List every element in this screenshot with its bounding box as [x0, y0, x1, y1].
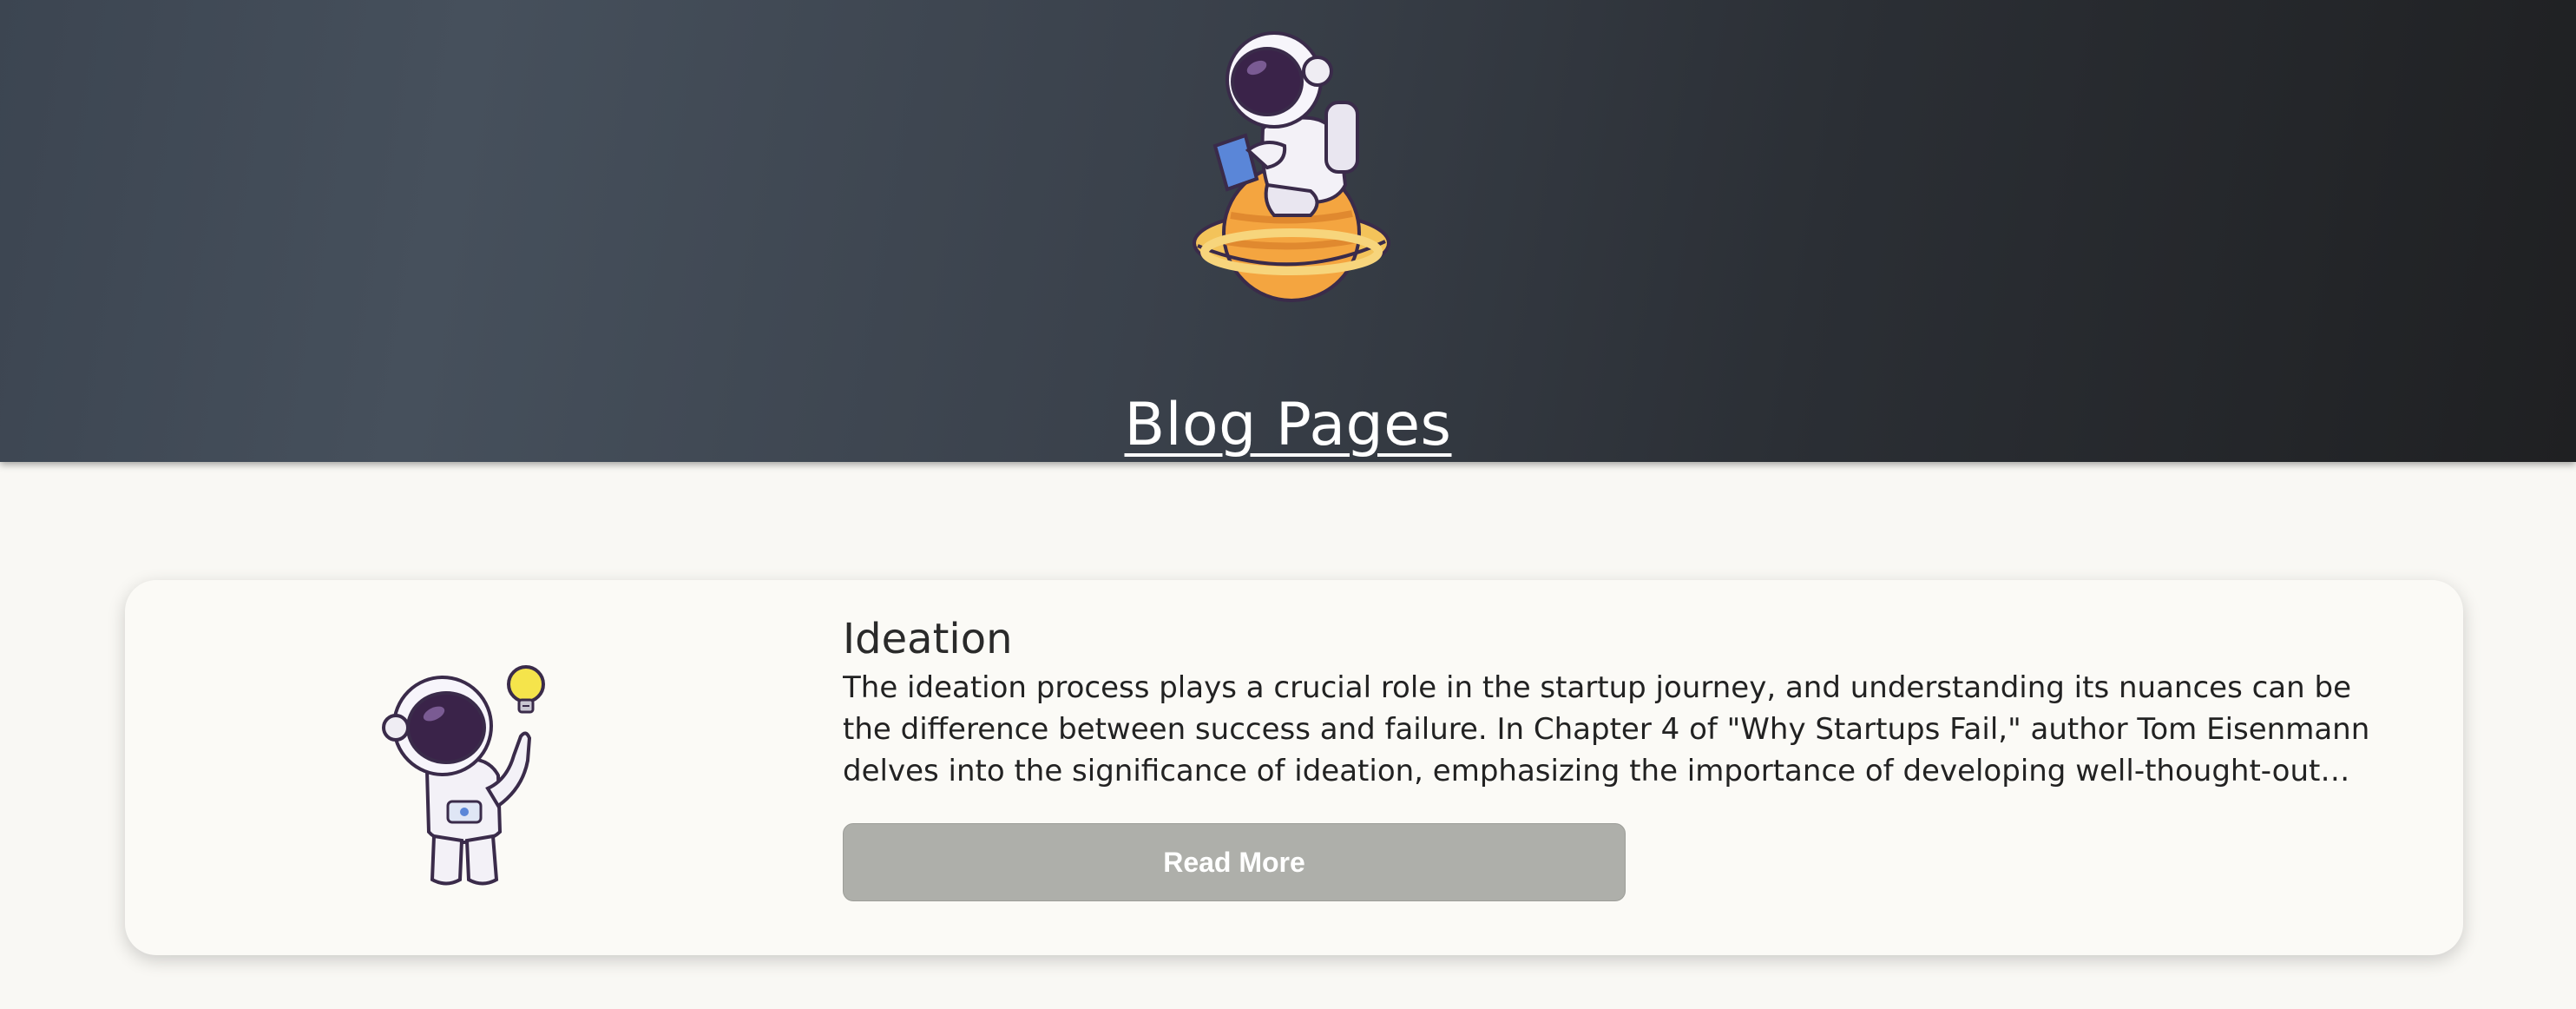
blog-header: Blog Pages — [0, 0, 2576, 462]
astronaut-reading-on-planet-icon — [1193, 31, 1390, 302]
astronaut-lightbulb-icon — [382, 665, 545, 886]
page-title[interactable]: Blog Pages — [0, 391, 2576, 459]
blog-post-card: Ideation The ideation process plays a cr… — [125, 580, 2463, 955]
read-more-button[interactable]: Read More — [843, 823, 1626, 901]
post-title: Ideation — [843, 615, 1013, 663]
post-excerpt: The ideation process plays a crucial rol… — [843, 670, 2370, 788]
